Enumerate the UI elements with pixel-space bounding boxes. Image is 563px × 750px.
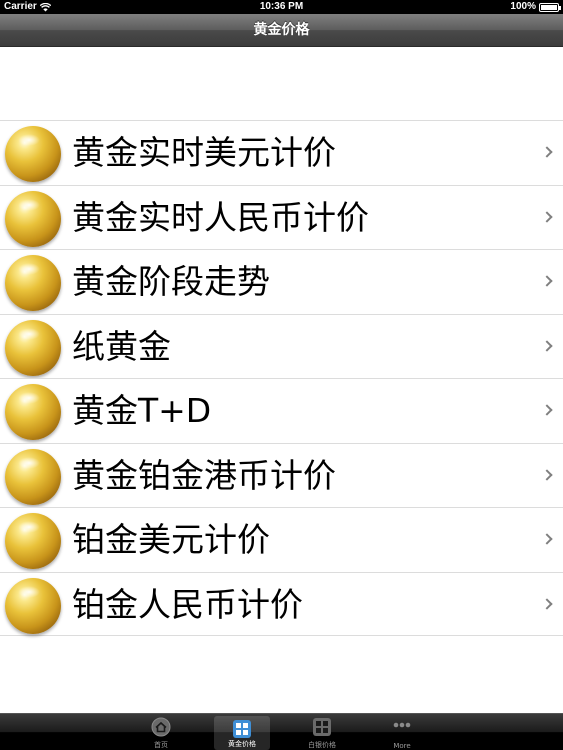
tab-label: 黄金价格 <box>228 740 256 748</box>
battery-group: 100% <box>510 0 561 14</box>
grid-icon <box>233 720 251 738</box>
tab-more[interactable]: More <box>374 714 430 750</box>
chevron-right-icon <box>541 146 553 158</box>
list-item-label: 黄金铂金港币计价 <box>72 455 336 495</box>
tab-label: 首页 <box>154 741 168 749</box>
chevron-right-icon <box>541 339 553 352</box>
home-icon <box>151 717 171 737</box>
tab-label: 白银价格 <box>308 741 336 749</box>
list-item-label: 铂金美元计价 <box>72 520 270 559</box>
tab-home[interactable]: 首页 <box>133 714 189 750</box>
chevron-right-icon <box>541 404 553 416</box>
list-item-paper-gold[interactable]: 纸黄金 <box>0 313 563 378</box>
battery-percent: 100% <box>510 1 536 12</box>
chevron-right-icon <box>541 533 553 545</box>
battery-fill <box>541 4 557 10</box>
grid-icon <box>313 718 331 736</box>
gold-ball-icon <box>5 255 61 311</box>
list-item-platinum-usd[interactable]: 铂金美元计价 <box>0 507 563 572</box>
list-item-gold-cny[interactable]: 黄金实时人民币计价 <box>0 184 563 249</box>
page-title: 黄金价格 <box>253 22 310 38</box>
chevron-right-icon <box>541 275 553 287</box>
list-item-label: 黄金T+D <box>72 391 212 430</box>
list-item-gold-platinum-hkd[interactable]: 黄金铂金港币计价 <box>0 442 563 507</box>
gold-ball-icon <box>5 190 61 247</box>
chevron-right-icon <box>541 468 553 481</box>
tab-label: More <box>393 742 411 750</box>
list-item-label: 黄金实时美元计价 <box>72 133 336 172</box>
list-item-label: 纸黄金 <box>72 326 171 366</box>
gold-ball-icon <box>5 448 61 505</box>
list-item-label: 黄金阶段走势 <box>72 262 270 301</box>
list-item-label: 铂金人民币计价 <box>72 584 303 624</box>
more-icon <box>393 722 411 728</box>
battery-icon <box>539 2 561 12</box>
chevron-right-icon <box>541 597 553 610</box>
tab-bar: 首页 黄金价格 白银价格 More <box>0 713 563 750</box>
status-time: 10:36 PM <box>259 1 304 12</box>
list-item-gold-usd[interactable]: 黄金实时美元计价 <box>0 120 563 185</box>
list-item-platinum-cny[interactable]: 铂金人民币计价 <box>0 571 563 636</box>
gold-ball-icon <box>5 126 61 182</box>
gold-ball-icon <box>5 384 61 440</box>
chevron-right-icon <box>541 210 553 223</box>
gold-ball-icon <box>5 319 61 376</box>
navigation-bar: 黄金价格 <box>0 14 563 47</box>
status-bar: Carrier 10:36 PM 100% <box>0 0 563 14</box>
list-item-gold-td[interactable]: 黄金T+D <box>0 378 563 443</box>
gold-ball-icon <box>5 513 61 569</box>
gold-ball-icon <box>5 577 61 634</box>
list-item-label: 黄金实时人民币计价 <box>72 197 369 237</box>
list-item-gold-trend[interactable]: 黄金阶段走势 <box>0 249 563 314</box>
tab-silver-price[interactable]: 白银价格 <box>294 714 350 750</box>
price-list: 黄金实时美元计价 黄金实时人民币计价 黄金阶段走势 纸黄金 黄金T+D 黄金铂金… <box>0 120 563 636</box>
tab-gold-price[interactable]: 黄金价格 <box>214 716 270 750</box>
